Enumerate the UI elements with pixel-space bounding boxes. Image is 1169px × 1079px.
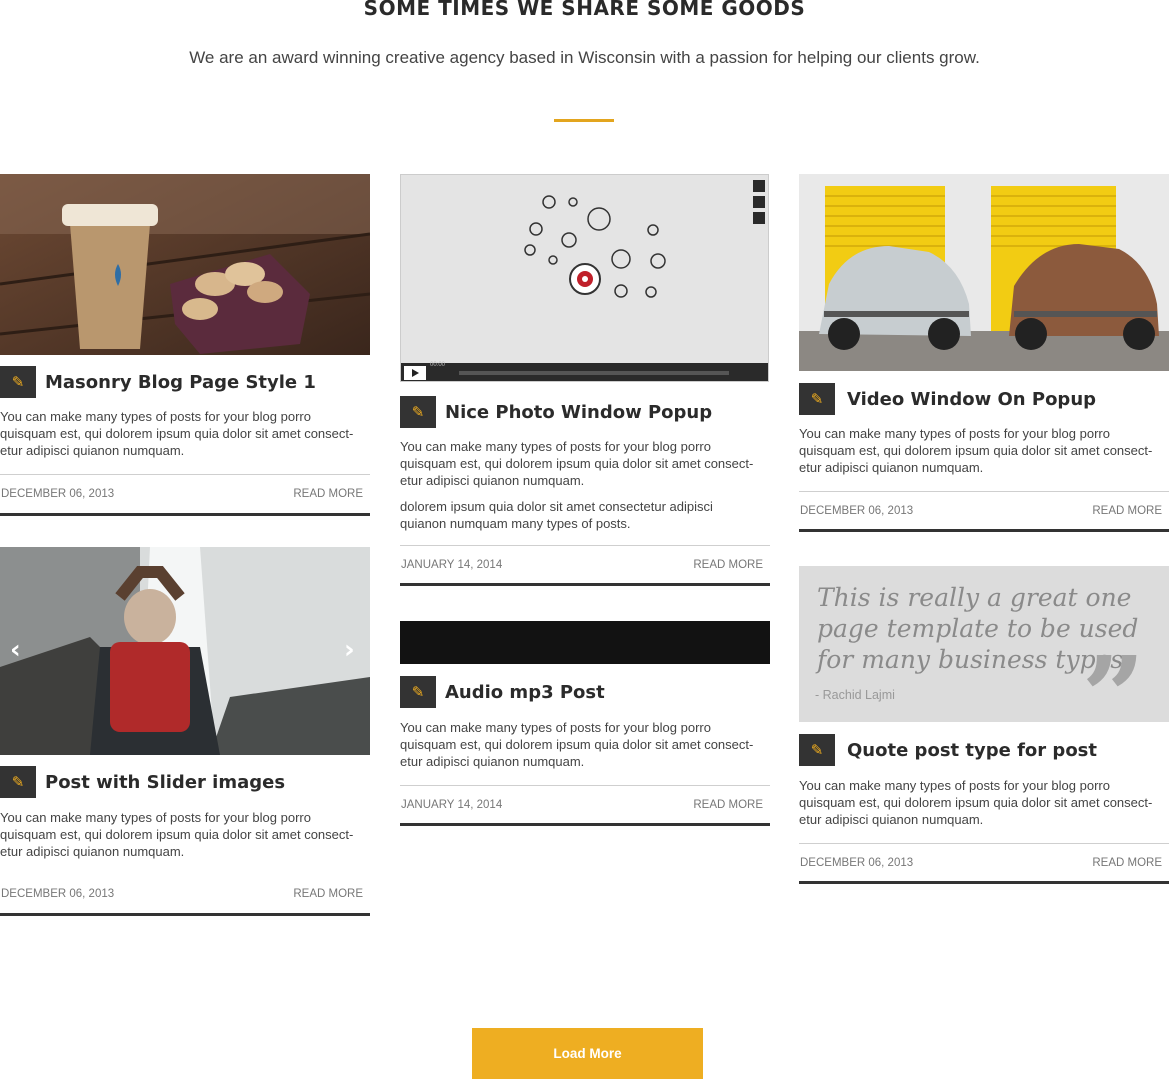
post-title[interactable]: Quote post type for post <box>847 740 1097 761</box>
chevron-left-icon[interactable]: ‹ <box>10 635 21 665</box>
quote-block: This is really a great one page template… <box>799 566 1169 752</box>
post-date: DECEMBER 06, 2013 <box>1 488 115 500</box>
post-title[interactable]: Video Window On Popup <box>847 389 1096 410</box>
post-meta: JANUARY 14, 2014 READ MORE <box>400 785 770 826</box>
post-date: JANUARY 14, 2014 <box>401 558 503 571</box>
post-card: 00:00 ✎ Nice Photo Window Popup You can … <box>400 174 770 586</box>
post-meta: JANUARY 14, 2014 READ MORE <box>400 545 770 586</box>
post-excerpt: You can make many types of posts for you… <box>400 720 754 769</box>
post-date: DECEMBER 06, 2013 <box>800 856 914 869</box>
post-card: ‹ › ✎ Post with Slider images You can ma… <box>0 547 370 916</box>
audio-player[interactable] <box>400 621 770 664</box>
post-date: JANUARY 14, 2014 <box>401 798 503 811</box>
pencil-icon: ✎ <box>400 676 436 708</box>
read-more-link[interactable]: READ MORE <box>1092 857 1162 869</box>
quote-author: - Rachid Lajmi <box>815 688 895 702</box>
section-subtitle: We are an award winning creative agency … <box>189 48 980 67</box>
pencil-icon: ✎ <box>799 383 835 415</box>
post-meta: DECEMBER 06, 2013 READ MORE <box>799 491 1169 532</box>
post-meta: DECEMBER 06, 2013 READ MORE <box>0 875 370 916</box>
read-more-link[interactable]: READ MORE <box>693 559 763 571</box>
read-more-link[interactable]: READ MORE <box>693 799 763 811</box>
video-player[interactable] <box>400 174 769 382</box>
post-card: ✎ Audio mp3 Post You can make many types… <box>400 621 770 827</box>
post-meta: DECEMBER 06, 2013 READ MORE <box>0 474 370 516</box>
chevron-right-icon[interactable]: › <box>344 635 355 665</box>
post-title[interactable]: Nice Photo Window Popup <box>445 402 712 423</box>
post-title[interactable]: Post with Slider images <box>45 772 285 793</box>
pencil-icon: ✎ <box>0 766 36 798</box>
post-card: This is really a great one page template… <box>799 566 1169 884</box>
post-meta: DECEMBER 06, 2013 READ MORE <box>799 843 1169 884</box>
post-date: DECEMBER 06, 2013 <box>800 504 914 517</box>
post-card: ✎ Masonry Blog Page Style 1 You can make… <box>0 174 370 516</box>
post-image[interactable] <box>0 174 370 355</box>
video-time: 00:00 <box>430 362 446 368</box>
post-slider[interactable]: ‹ › <box>0 547 370 755</box>
post-image[interactable] <box>799 174 1169 371</box>
pencil-icon: ✎ <box>400 396 436 428</box>
post-title[interactable]: Masonry Blog Page Style 1 <box>45 372 316 393</box>
post-date: DECEMBER 06, 2013 <box>1 888 115 900</box>
read-more-link[interactable]: READ MORE <box>293 488 363 500</box>
post-excerpt: You can make many types of posts for you… <box>0 810 354 859</box>
post-excerpt: You can make many types of posts for you… <box>799 778 1153 827</box>
read-more-link[interactable]: READ MORE <box>293 888 363 900</box>
load-more-button[interactable]: Load More <box>472 1028 703 1079</box>
post-title[interactable]: Audio mp3 Post <box>445 682 605 703</box>
post-excerpt-extra: dolorem ipsum quia dolor sit amet consec… <box>400 499 713 531</box>
post-excerpt: You can make many types of posts for you… <box>0 409 354 458</box>
post-card: ✎ Video Window On Popup You can make man… <box>799 174 1169 532</box>
post-excerpt: You can make many types of posts for you… <box>799 426 1153 475</box>
title-divider <box>554 119 614 122</box>
post-excerpt: You can make many types of posts for you… <box>400 439 754 488</box>
read-more-link[interactable]: READ MORE <box>1092 505 1162 517</box>
pencil-icon: ✎ <box>799 734 835 766</box>
section-title: SOME TIMES WE SHARE SOME GOODS <box>363 0 806 20</box>
pencil-icon: ✎ <box>0 366 36 398</box>
